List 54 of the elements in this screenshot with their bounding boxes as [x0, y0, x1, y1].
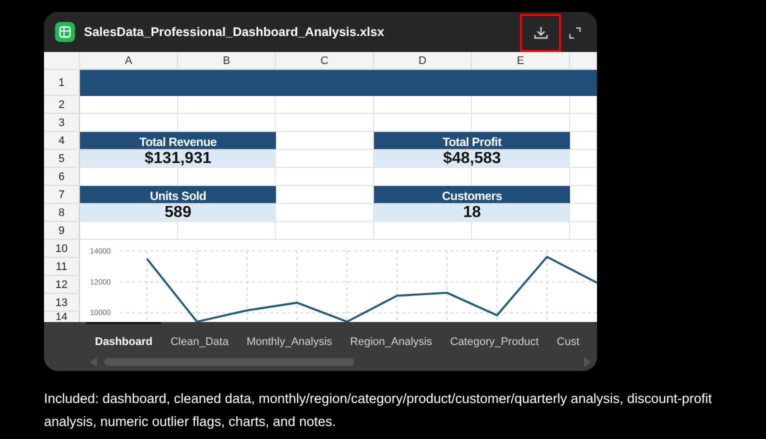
grid-cell[interactable] — [276, 114, 374, 132]
sheet-tab[interactable]: Cust — [548, 322, 588, 354]
column-header[interactable]: D — [374, 52, 472, 70]
kpi-value: 589 — [80, 204, 276, 222]
row-header[interactable]: 7 — [44, 186, 80, 204]
row-header[interactable]: 11 — [44, 258, 80, 276]
sheet-tab[interactable]: Region_Analysis — [341, 322, 442, 354]
grid-cell[interactable] — [570, 168, 597, 186]
kpi-value: $131,931 — [80, 150, 276, 168]
grid-cell[interactable] — [276, 168, 374, 186]
column-header[interactable]: E — [472, 52, 570, 70]
grid-cell[interactable] — [80, 96, 178, 114]
column-header[interactable] — [570, 52, 597, 70]
column-header[interactable]: B — [178, 52, 276, 70]
sheet-tab[interactable]: Dashboard — [86, 322, 162, 354]
scroll-left-icon[interactable] — [90, 357, 98, 367]
row-header[interactable]: 3 — [44, 114, 80, 132]
sheet-tab[interactable]: Category_Product — [441, 322, 548, 354]
grid-cell[interactable] — [276, 96, 374, 114]
row-header[interactable]: 2 — [44, 96, 80, 114]
caption-text: Included: dashboard, cleaned data, monthly/region/category/product/customer/quarterly analysis, discount-profit analysis, numeric outlier flags, charts, and notes. — [44, 390, 713, 431]
select-all-corner[interactable] — [44, 52, 80, 70]
row-header[interactable]: 14 — [44, 312, 80, 322]
kpi-label: Total Profit — [374, 132, 570, 150]
expand-icon — [569, 27, 581, 39]
row-header[interactable]: 13 — [44, 294, 80, 312]
grid-cell[interactable] — [374, 96, 472, 114]
grid-cell[interactable] — [472, 96, 570, 114]
sheet-tab[interactable]: Clean_Data — [161, 322, 238, 354]
kpi-value: $48,583 — [374, 150, 570, 168]
column-header[interactable]: C — [276, 52, 374, 70]
sheet-tab[interactable]: Monthly_Analysis — [238, 322, 342, 354]
scroll-right-icon[interactable] — [583, 357, 591, 367]
kpi-label: Customers — [374, 186, 570, 204]
row-header[interactable]: 8 — [44, 204, 80, 222]
row-header[interactable]: 12 — [44, 276, 80, 294]
kpi-label: Units Sold — [80, 186, 276, 204]
horizontal-scrollbar[interactable] — [90, 356, 591, 368]
grid-cell[interactable] — [570, 96, 597, 114]
row-header[interactable]: 4 — [44, 132, 80, 150]
kpi-label: Total Revenue — [80, 132, 276, 150]
download-button[interactable] — [520, 14, 561, 52]
grid-cell[interactable] — [178, 96, 276, 114]
grid-cell[interactable] — [570, 114, 597, 132]
kpi-value: 18 — [374, 204, 570, 222]
file-name: SalesData_Professional_Dashboard_Analysis.xlsx — [84, 25, 384, 39]
row-header[interactable]: 10 — [44, 240, 80, 258]
download-icon — [532, 25, 548, 41]
row-header[interactable]: 9 — [44, 222, 80, 240]
column-header[interactable]: A — [80, 52, 178, 70]
spreadsheet-icon — [55, 22, 75, 42]
row-header[interactable]: 5 — [44, 150, 80, 168]
row-header[interactable]: 6 — [44, 168, 80, 186]
row-header[interactable]: 1 — [44, 70, 80, 96]
